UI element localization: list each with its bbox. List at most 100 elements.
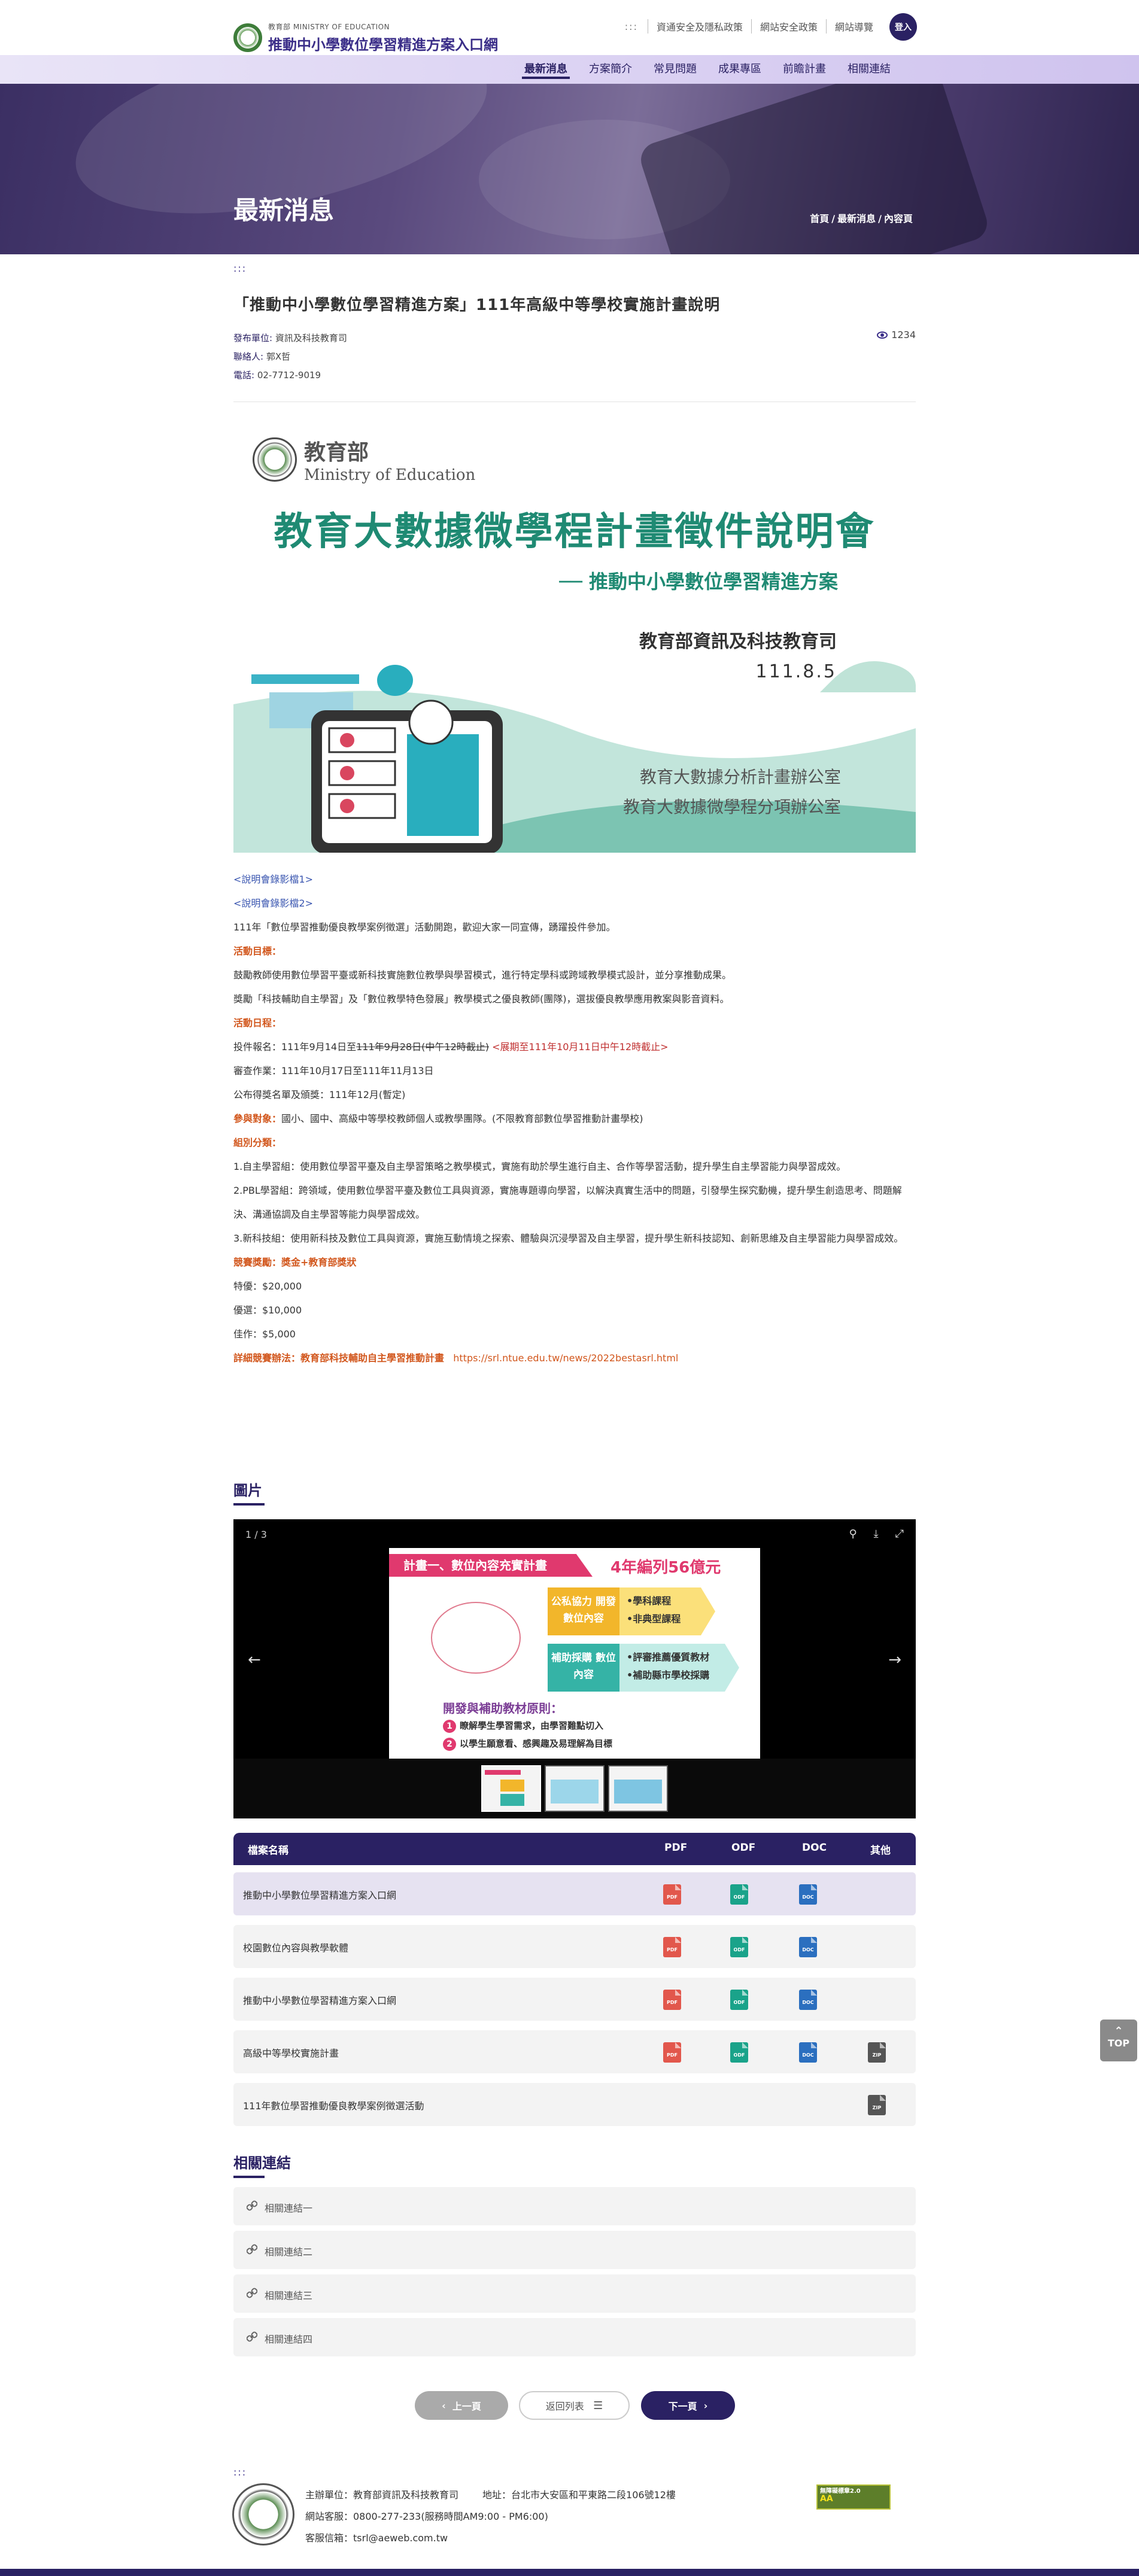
odf-file-icon[interactable]: ODF — [730, 2042, 748, 2063]
eye-icon — [877, 331, 888, 339]
goal-heading: 活動目標： — [233, 945, 282, 957]
doc-file-icon[interactable]: DOC — [799, 1937, 817, 1957]
zoom-icon[interactable]: ⚲ — [849, 1528, 856, 1540]
group-3: 3.新科技組：使用新科技及數位工具與資源，實施互動情境之探索、體驗與沉浸學習及自… — [233, 1233, 904, 1244]
prev-page-button[interactable]: ‹ 上一頁 — [415, 2391, 508, 2420]
odf-file-icon[interactable]: ODF — [730, 1884, 748, 1905]
page-title: 最新消息 — [233, 196, 335, 225]
slide-box-1: 公私協力 開發數位內容 — [548, 1587, 619, 1635]
file-row: 111年數位學習推動優良教學案例徵選活動 ZIP — [233, 2083, 916, 2126]
poster-title: 教育大數據微學程計畫徵件說明會 — [274, 510, 876, 554]
accessibility-badge[interactable]: 無障礙標章2.0 AA — [816, 2484, 891, 2510]
site-logo[interactable]: 教育部 MINISTRY OF EDUCATION 推動中小學數位學習精進方案入… — [233, 22, 498, 54]
poster-department: 教育部資訊及科技教育司 — [639, 631, 837, 652]
meta-contact-value: 郭X哲 — [263, 351, 291, 362]
breadcrumb-news[interactable]: 最新消息 — [837, 213, 876, 224]
security-policy-link[interactable]: 網站安全政策 — [751, 19, 826, 34]
slide-box-2-items: •評審推薦優質教材 •補助縣市學校採購 — [619, 1644, 739, 1692]
link-icon — [247, 2244, 257, 2255]
doc-file-icon[interactable]: DOC — [799, 2042, 817, 2063]
back-to-top-button[interactable]: ⌃ TOP — [1100, 2020, 1137, 2061]
poster-office-2: 教育大數據微學程分項辦公室 — [622, 797, 841, 817]
article-meta: 發布單位: 資訊及科技教育司 聯絡人: 郭X哲 電話: 02-7712-9019 — [233, 329, 347, 385]
award-3: 佳作：$5,000 — [233, 1328, 296, 1340]
odf-file-icon[interactable]: ODF — [730, 1990, 748, 2010]
download-icon[interactable]: ⤓ — [874, 1528, 879, 1540]
fullscreen-icon[interactable]: ⤢ — [895, 1528, 904, 1540]
nav-forward-plan[interactable]: 前瞻計畫 — [772, 55, 837, 84]
back-to-list-button[interactable]: 返回列表 ☰ — [519, 2391, 630, 2420]
odf-file-icon[interactable]: ODF — [730, 1937, 748, 1957]
related-link-item[interactable]: 相關連結三 — [233, 2274, 916, 2313]
list-icon: ☰ — [593, 2399, 603, 2412]
link-icon — [247, 2331, 257, 2342]
view-count-value: 1234 — [891, 329, 916, 340]
content-accesskey[interactable]: ::: — [233, 263, 247, 274]
login-button[interactable]: 登入 — [889, 13, 917, 41]
gallery-thumb-2[interactable] — [545, 1765, 605, 1812]
gallery-thumbnails — [233, 1759, 916, 1818]
slide-box-1-items: •學科課程 •非典型課程 — [619, 1587, 715, 1635]
doc-file-icon[interactable]: DOC — [799, 1990, 817, 2010]
accesskey-anchor[interactable]: ::: — [625, 21, 638, 32]
moe-seal-icon — [253, 437, 297, 482]
schedule-heading: 活動日程： — [233, 1017, 282, 1029]
sitemap-link[interactable]: 網站導覽 — [825, 19, 882, 34]
related-section-title: 相關連結 — [233, 2151, 291, 2178]
banner-tablet-image — [636, 84, 992, 254]
gallery-thumb-3[interactable] — [608, 1765, 668, 1812]
file-table: 檔案名稱 PDF ODF DOC 其他 推動中小學數位學習精進方案入口網 PDF O… — [233, 1833, 916, 2126]
pdf-file-icon[interactable]: PDF — [663, 1937, 681, 1957]
pdf-file-icon[interactable]: PDF — [663, 1990, 681, 2010]
privacy-policy-link[interactable]: 資通安全及隱私政策 — [647, 19, 751, 34]
breadcrumb-home[interactable]: 首頁 — [810, 213, 829, 224]
footer-bar — [0, 2569, 1139, 2576]
nav-related-links[interactable]: 相關連結 — [837, 55, 901, 84]
group-1: 1.自主學習組：使用數位學習平臺及自主學習策略之教學模式，實施有助於學生進行自主… — [233, 1161, 846, 1172]
slide-principle: 開發與補助教材原則： — [443, 1701, 563, 1716]
utility-links: ::: 資通安全及隱私政策 網站安全政策 網站導覽 — [625, 19, 882, 34]
gallery-thumb-1[interactable] — [481, 1765, 541, 1812]
poster-office-1: 教育大數據分析計畫辦公室 — [639, 767, 841, 787]
site-footer: ::: 主辦單位：教育部資訊及科技教育司 地址：台北市大安區和平東路二段106號1… — [0, 2459, 1139, 2576]
nav-news[interactable]: 最新消息 — [514, 55, 578, 84]
related-link-item[interactable]: 相關連結二 — [233, 2231, 916, 2269]
doc-file-icon[interactable]: DOC — [799, 1884, 817, 1905]
gallery-prev-arrow-icon[interactable]: ← — [248, 1651, 261, 1669]
gallery-section-title: 圖片 — [233, 1479, 265, 1506]
next-page-button[interactable]: 下一頁 › — [641, 2391, 735, 2420]
breadcrumb-current: 內容頁 — [883, 213, 913, 224]
award-heading: 競賽獎勵：獎金+教育部獎狀 — [233, 1257, 357, 1268]
footer-org: 主辦單位：教育部資訊及科技教育司 — [305, 2489, 459, 2501]
poster-moe-name: 教育部 — [304, 440, 369, 465]
award-1: 特優：$20,000 — [233, 1281, 302, 1292]
footer-accesskey[interactable]: ::: — [233, 2466, 247, 2478]
related-link-item[interactable]: 相關連結四 — [233, 2318, 916, 2356]
meta-phone-label: 電話: — [233, 370, 255, 381]
related-link-item[interactable]: 相關連結一 — [233, 2187, 916, 2225]
video-link-1[interactable]: <說明會錄影檔1> — [233, 874, 313, 885]
nav-results[interactable]: 成果專區 — [707, 55, 772, 84]
file-row: 推動中小學數位學習精進方案入口網 PDF ODF DOC — [233, 1872, 916, 1915]
footer-moe-seal-icon — [232, 2483, 294, 2545]
schedule-1: 投件報名：111年9月14日至111年9月28日(中午12時截止) <展期至11… — [233, 1041, 669, 1053]
goal-1: 鼓勵教師使用數位學習平臺或新科技實施數位教學與學習模式，進行特定學科或跨域教學模… — [233, 969, 732, 981]
caret-up-icon: ⌃ — [1114, 2025, 1123, 2037]
intro-text: 111年「數位學習推動優良教學案例徵選」活動開跑，歡迎大家一同宣傳，踴躍投件參加… — [233, 921, 616, 933]
pdf-file-icon[interactable]: PDF — [663, 2042, 681, 2063]
file-row: 推動中小學數位學習精進方案入口網 PDF ODF DOC — [233, 1978, 916, 2021]
other-file-icon[interactable]: ZIP — [868, 2095, 886, 2115]
file-name: 高級中等學校實施計畫 — [243, 2048, 339, 2059]
gallery-counter: 1 / 3 — [245, 1529, 267, 1540]
video-link-2[interactable]: <說明會錄影檔2> — [233, 898, 313, 909]
other-file-icon[interactable]: ZIP — [868, 2042, 886, 2063]
pdf-file-icon[interactable]: PDF — [663, 1884, 681, 1905]
gallery-next-arrow-icon[interactable]: → — [888, 1651, 901, 1669]
file-row: 高級中等學校實施計畫 PDF ODF DOC ZIP — [233, 2030, 916, 2073]
nav-faq[interactable]: 常見問題 — [643, 55, 707, 84]
detail-url-link[interactable]: https://srl.ntue.edu.tw/news/2022bestasr… — [453, 1352, 678, 1364]
nav-intro[interactable]: 方案簡介 — [578, 55, 643, 84]
file-name: 校園數位內容與教學軟體 — [243, 1942, 349, 1954]
slide-point-1: 1 瞭解學生學習需求，由學習難點切入 — [443, 1719, 603, 1733]
footer-email: 客服信箱：tsrl@aeweb.com.tw — [305, 2532, 448, 2544]
